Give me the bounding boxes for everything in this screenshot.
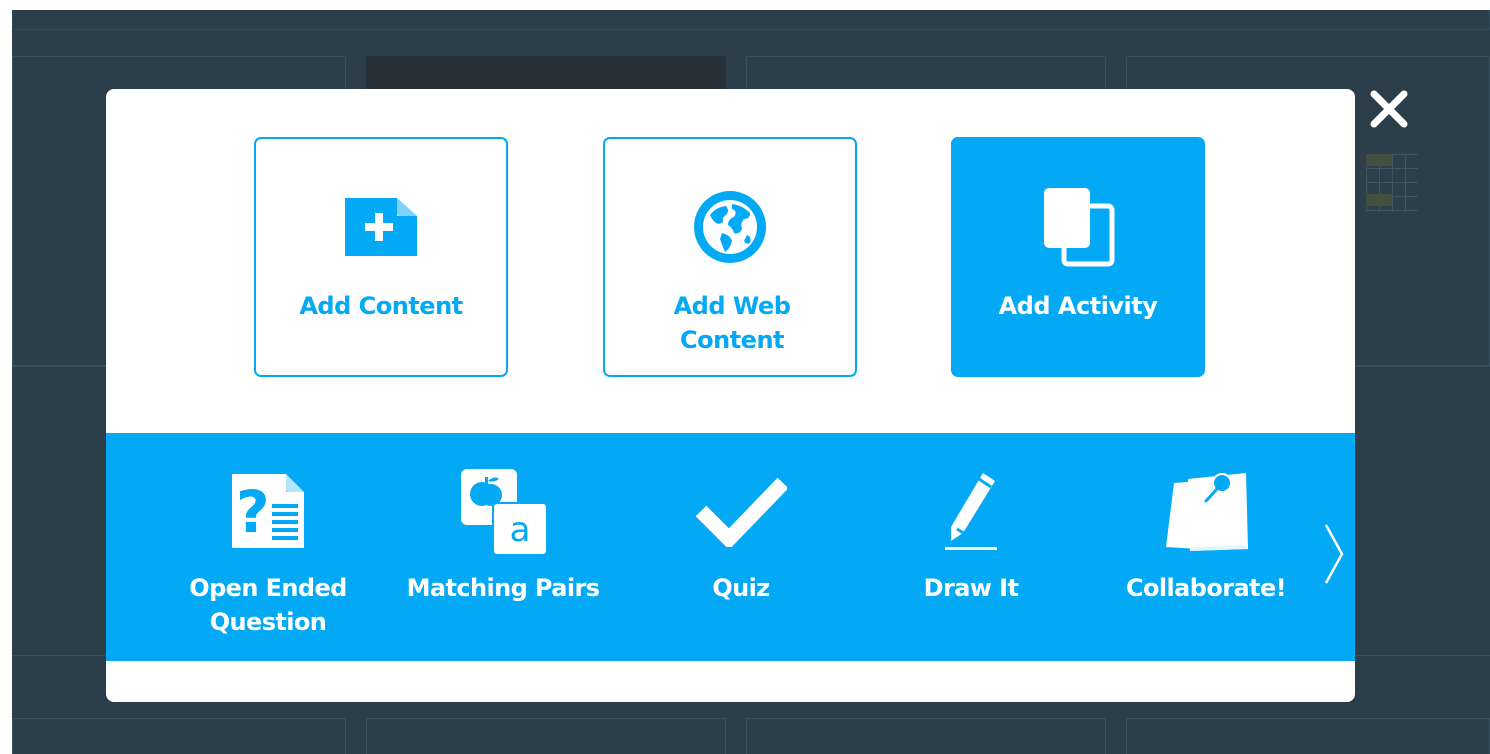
svg-text:a: a	[510, 510, 531, 550]
next-activities-button[interactable]	[1318, 519, 1348, 589]
pencil-icon	[945, 473, 997, 550]
activity-matching-pairs[interactable]: a Matching Pairs	[398, 469, 608, 649]
add-content-icon-wrap	[256, 187, 506, 267]
background-tile	[366, 718, 726, 754]
svg-text:?: ?	[236, 478, 270, 546]
globe-icon	[694, 191, 766, 263]
draw-it-icon-wrap	[866, 469, 1076, 553]
background-tile	[1126, 718, 1490, 754]
background-toolbar	[12, 10, 1490, 30]
add-content-button[interactable]: Add Content	[254, 137, 508, 377]
add-web-content-label: Add Web Content	[673, 292, 791, 354]
add-web-content-icon-wrap	[605, 187, 855, 267]
open-ended-question-label: Open Ended Question	[189, 574, 347, 636]
add-web-content-button[interactable]: Add Web Content	[603, 137, 857, 377]
activity-quiz[interactable]: Quiz	[636, 469, 846, 649]
activity-draw-it[interactable]: Draw It	[866, 469, 1076, 649]
collaborate-label: Collaborate!	[1126, 574, 1287, 602]
question-document-icon: ?	[232, 474, 304, 548]
matching-pairs-icon-wrap: a	[398, 469, 608, 556]
draw-it-label: Draw It	[923, 574, 1019, 602]
open-ended-icon-wrap: ?	[163, 469, 373, 553]
add-file-icon	[345, 198, 417, 256]
close-icon	[1370, 90, 1408, 128]
activity-open-ended-question[interactable]: ? Open Ended Question	[163, 469, 373, 649]
add-content-label: Add Content	[299, 292, 463, 320]
matching-pairs-label: Matching Pairs	[406, 574, 600, 602]
pinned-note-icon	[1166, 473, 1248, 551]
screen: Add Content Add Web Content Add Activity…	[0, 0, 1490, 754]
add-item-modal: Add Content Add Web Content Add Activity…	[106, 89, 1355, 702]
add-activity-icon-wrap	[953, 187, 1203, 267]
activity-collaborate[interactable]: Collaborate!	[1101, 469, 1311, 649]
collaborate-icon-wrap	[1101, 469, 1311, 553]
close-button[interactable]	[1366, 86, 1412, 132]
matching-cards-icon: a	[461, 469, 548, 556]
background-grid	[1366, 154, 1418, 212]
quiz-label: Quiz	[712, 574, 770, 602]
add-activity-label: Add Activity	[998, 292, 1158, 320]
quiz-icon-wrap	[636, 469, 846, 553]
background-tile	[12, 718, 346, 754]
activity-type-carousel: ? Open Ended Question a Matching Pairs Q…	[106, 433, 1355, 661]
copy-pages-icon	[1044, 188, 1115, 267]
add-activity-button[interactable]: Add Activity	[951, 137, 1205, 377]
checkmark-icon	[695, 477, 787, 547]
background-tile	[746, 718, 1106, 754]
chevron-right-icon	[1324, 524, 1344, 584]
